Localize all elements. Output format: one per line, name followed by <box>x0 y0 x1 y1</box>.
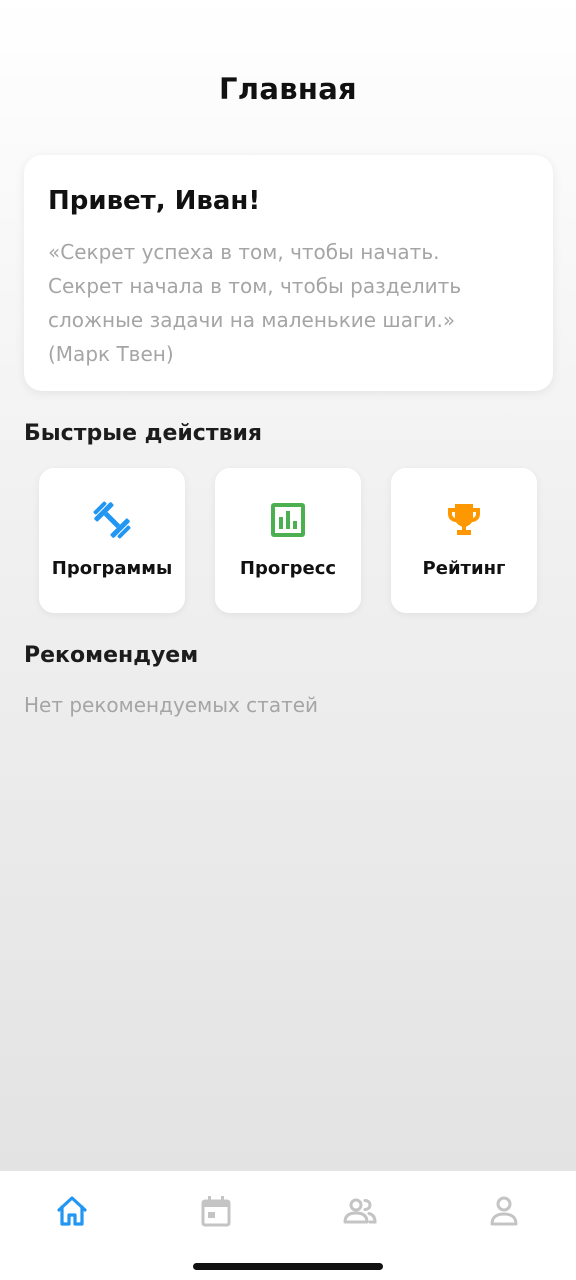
quick-action-label: Программы <box>51 558 173 579</box>
people-icon[interactable] <box>342 1193 378 1229</box>
greeting-quote: «Секрет успеха в том, чтобы начать. Секр… <box>48 240 462 366</box>
quick-action-programs[interactable]: Программы <box>39 468 185 613</box>
quick-action-progress[interactable]: Прогресс <box>215 468 361 613</box>
app-header: Главная <box>0 0 576 150</box>
recommended-title: Рекомендуем <box>24 643 199 668</box>
home-indicator <box>193 1263 383 1270</box>
greeting-title: Привет, Иван! <box>48 186 261 216</box>
bar-chart-icon <box>271 503 305 537</box>
recommended-empty-text: Нет рекомендуемых статей <box>24 693 319 717</box>
greeting-card: Привет, Иван! «Секрет успеха в том, чтоб… <box>24 155 553 391</box>
quick-action-label: Прогресс <box>239 558 337 579</box>
calendar-icon[interactable] <box>198 1193 234 1229</box>
profile-icon[interactable] <box>486 1193 522 1229</box>
page-title: Главная <box>219 72 357 106</box>
home-icon[interactable] <box>54 1193 90 1229</box>
quick-action-rating[interactable]: Рейтинг <box>391 468 537 613</box>
trophy-icon <box>448 504 480 535</box>
quick-actions-title: Быстрые действия <box>24 421 263 446</box>
quick-action-label: Рейтинг <box>422 558 506 579</box>
dumbbell-icon <box>93 501 131 539</box>
